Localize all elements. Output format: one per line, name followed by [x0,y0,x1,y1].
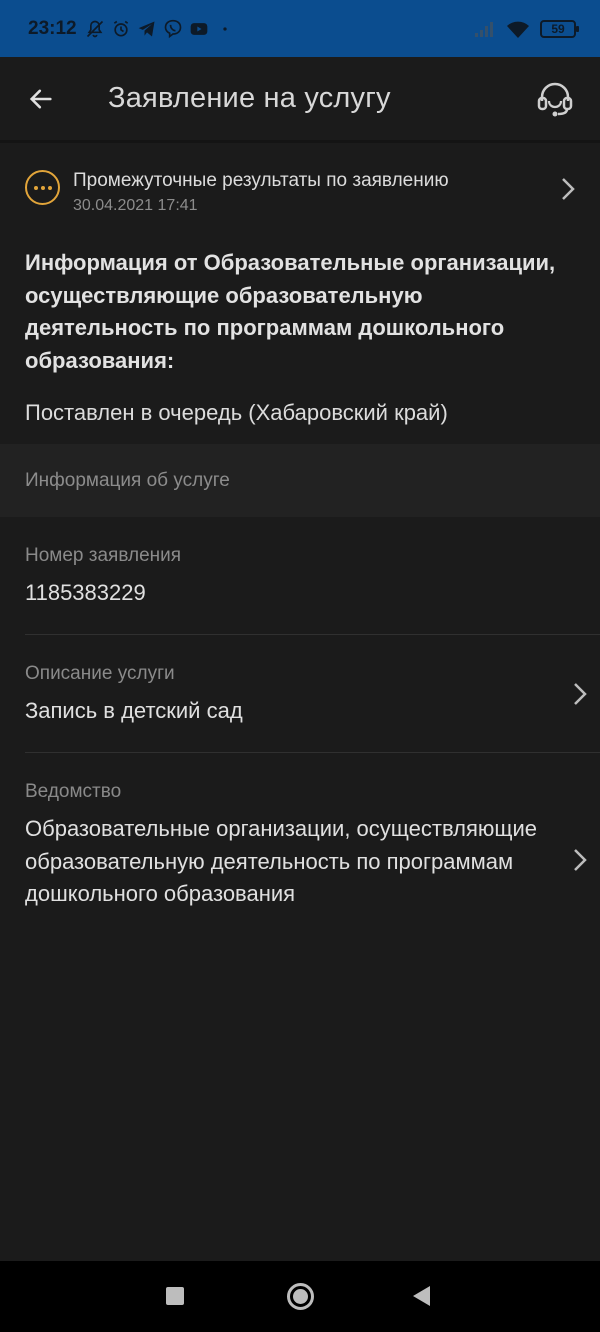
signal-icon [475,21,493,37]
system-icons: 59 [474,19,579,39]
info-status: Поставлен в очередь (Хабаровский край) [25,400,448,425]
more-dots-icon [25,170,60,205]
back-button[interactable] [0,56,84,142]
page-title: Заявление на услугу [108,82,391,114]
system-nav-bar [0,1261,600,1332]
telegram-icon [138,21,155,36]
system-back-button[interactable] [413,1286,430,1306]
viber-icon [164,19,181,38]
intermediate-results-row[interactable]: Промежуточные результаты по заявлению 30… [0,160,600,230]
field-value: Запись в детский сад [25,698,243,723]
chevron-right-icon [574,683,587,705]
application-number-field: Номер заявления 1185383229 [25,545,600,610]
field-label: Номер заявления [25,545,182,566]
chevron-right-icon [574,849,587,871]
alarm-icon [113,20,128,36]
arrow-left-icon [29,89,52,108]
field-value: 1185383229 [25,580,146,605]
department-field[interactable]: Ведомство Образовательные организации, о… [25,781,555,911]
status-bar: 23:12 59 [0,0,600,57]
status-time: 23:12 [28,17,77,39]
info-heading: Информация от Образовательные организаци… [25,250,556,373]
divider [25,634,600,635]
section-header-label: Информация об услуге [25,469,230,491]
app-bar: Заявление на услугу [0,57,600,143]
results-title: Промежуточные результаты по заявлению [73,170,449,191]
field-value: Образовательные организации, осуществляю… [25,816,538,906]
recents-button[interactable] [166,1287,184,1305]
home-button[interactable] [287,1283,314,1310]
battery-icon: 59 [540,19,579,38]
field-label: Описание услуги [25,663,175,684]
results-text: Промежуточные результаты по заявлению 30… [73,170,449,215]
bell-off-icon [86,20,103,37]
headset-icon [537,82,573,116]
wifi-icon [507,21,529,38]
dot-icon [222,26,227,31]
support-button[interactable] [520,56,590,142]
field-label: Ведомство [25,781,122,802]
notification-icons [85,19,235,39]
divider [25,752,600,753]
battery-level: 59 [551,21,565,36]
section-header: Информация об услуге [0,444,600,517]
service-description-field[interactable]: Описание услуги Запись в детский сад [25,663,600,728]
results-date: 30.04.2021 17:41 [73,197,198,214]
chevron-right-icon [562,178,575,200]
youtube-icon [190,22,207,35]
